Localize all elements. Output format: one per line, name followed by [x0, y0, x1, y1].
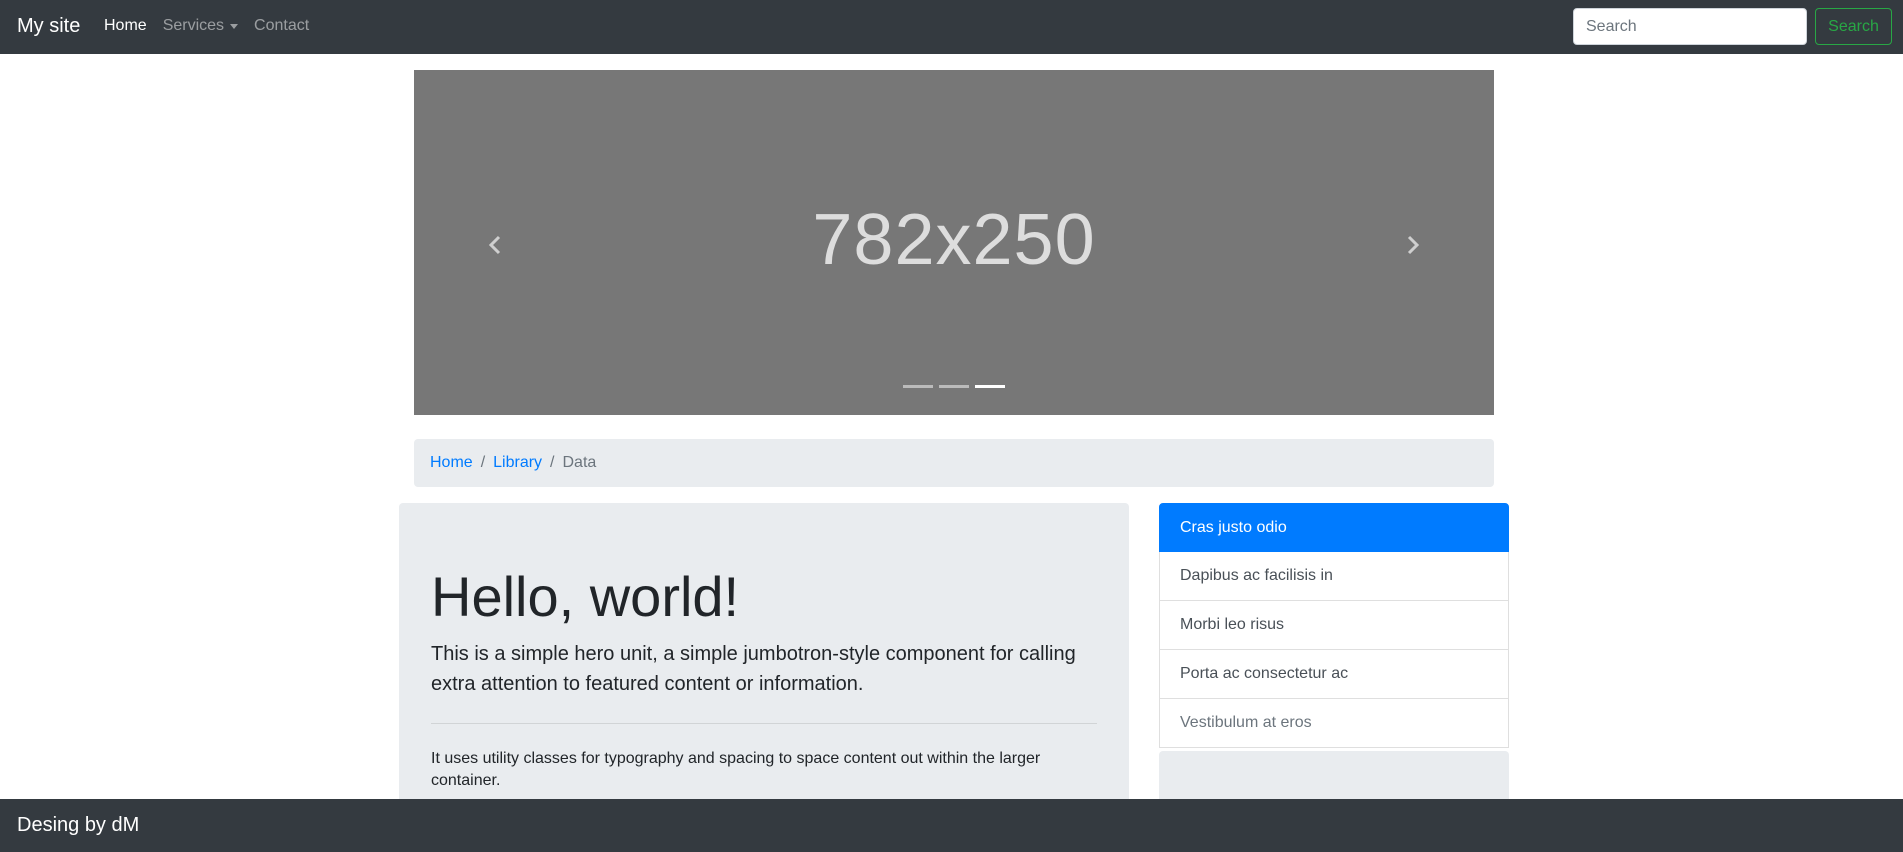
brand-logo[interactable]: My site — [17, 14, 80, 38]
navbar: My site Home Services Contact Search — [0, 0, 1903, 54]
nav-services-label: Services — [162, 17, 225, 34]
list-item: Vestibulum at eros — [1159, 699, 1509, 748]
carousel-image-placeholder: 782x250 — [812, 200, 1096, 280]
caret-down-icon — [230, 23, 239, 29]
carousel-indicators — [414, 385, 1494, 388]
carousel-indicator-3[interactable] — [975, 385, 1005, 388]
carousel: 782x250 — [414, 70, 1494, 415]
nav-home[interactable]: Home — [104, 16, 147, 36]
breadcrumb-separator: / — [480, 454, 486, 471]
carousel-indicator-1[interactable] — [903, 385, 933, 388]
list-item[interactable]: Porta ac consectetur ac — [1159, 650, 1509, 699]
jumbotron-divider — [431, 723, 1097, 724]
jumbotron-title: Hello, world! — [431, 565, 740, 628]
carousel-indicator-2[interactable] — [939, 385, 969, 388]
search-button[interactable]: Search — [1815, 8, 1892, 45]
nav-contact-label: Contact — [254, 17, 310, 34]
carousel-next-button[interactable] — [1398, 230, 1428, 260]
breadcrumb: Home / Library / Data — [414, 439, 1494, 487]
breadcrumb-data: Data — [562, 454, 597, 471]
carousel-prev-button[interactable] — [480, 230, 510, 260]
breadcrumb-library[interactable]: Library — [493, 454, 542, 472]
list-item[interactable]: Dapibus ac facilisis in — [1159, 552, 1509, 601]
footer: Desing by dM — [0, 799, 1903, 852]
footer-text: Desing by dM — [17, 814, 140, 836]
jumbotron-lead: This is a simple hero unit, a simple jum… — [431, 643, 1076, 695]
nav-services-dropdown[interactable]: Services — [162, 16, 239, 36]
breadcrumb-separator: / — [550, 454, 555, 471]
nav-contact[interactable]: Contact — [254, 16, 309, 36]
breadcrumb-home[interactable]: Home — [430, 454, 473, 472]
search-input[interactable] — [1573, 8, 1807, 45]
jumbotron: Hello, world! This is a simple hero unit… — [399, 503, 1129, 803]
nav-home-label: Home — [104, 17, 147, 34]
jumbotron-text: It uses utility classes for typography a… — [431, 750, 1041, 789]
nav-menu: Home Services Contact — [104, 16, 325, 36]
list-item[interactable]: Cras justo odio — [1159, 503, 1509, 552]
chevron-right-icon — [1407, 235, 1420, 255]
list-group: Cras justo odio Dapibus ac facilisis in … — [1159, 503, 1509, 748]
chevron-left-icon — [488, 235, 501, 255]
list-item[interactable]: Morbi leo risus — [1159, 601, 1509, 650]
